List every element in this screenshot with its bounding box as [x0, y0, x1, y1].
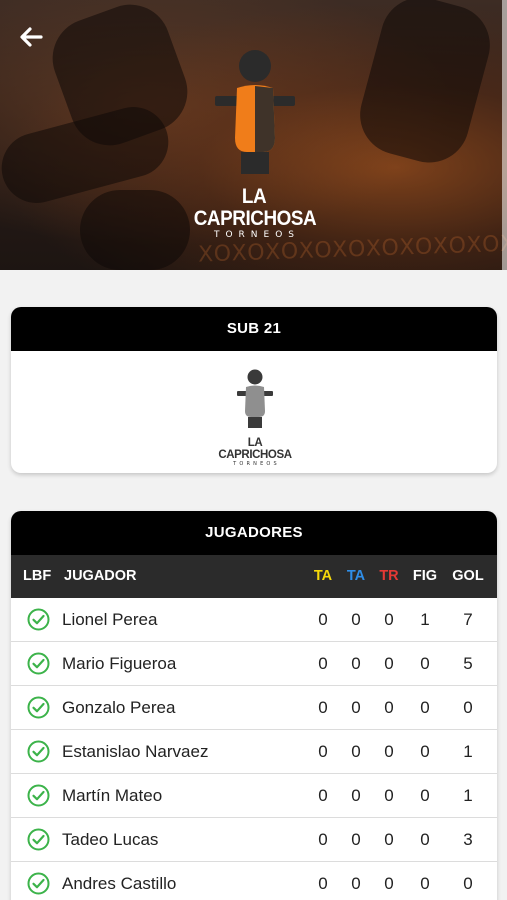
table-header: LBF JUGADOR TA TA TR FIG GOL: [11, 555, 497, 598]
cell-fig: 0: [420, 654, 430, 673]
cell-ta-yellow: 0: [318, 654, 328, 673]
cell-tr: 0: [384, 742, 394, 761]
cell-fig: 1: [420, 610, 430, 629]
cell-ta-yellow: 0: [318, 610, 328, 629]
cell-fig: 0: [420, 698, 430, 717]
cell-ta-blue: 0: [351, 654, 361, 673]
cell-gol: 0: [463, 698, 473, 717]
cell-fig: 0: [420, 742, 430, 761]
cell-ta-blue: 0: [351, 874, 361, 893]
cell-gol: 1: [463, 786, 473, 805]
cell-gol: 5: [463, 654, 473, 673]
table-row[interactable]: Tadeo Lucas 0 0 0 0 3: [11, 818, 497, 862]
cell-ta-blue: 0: [351, 742, 361, 761]
cell-ta-yellow: 0: [318, 698, 328, 717]
table-row[interactable]: Mario Figueroa 0 0 0 0 5: [11, 642, 497, 686]
players-title: JUGADORES: [11, 511, 497, 555]
table-row[interactable]: Martín Mateo 0 0 0 0 1: [11, 774, 497, 818]
cell-gol: 7: [463, 610, 473, 629]
cell-gol: 1: [463, 742, 473, 761]
cell-fig: 0: [420, 786, 430, 805]
cell-tr: 0: [384, 874, 394, 893]
cell-tr: 0: [384, 830, 394, 849]
brand-subtitle: TORNEOS: [213, 230, 301, 240]
player-name: Tadeo Lucas: [62, 830, 159, 849]
col-player: JUGADOR: [64, 568, 137, 584]
check-circle-icon: [27, 784, 50, 807]
brand-logo-text: LA CAPRICHOSA TORNEOS: [217, 437, 293, 467]
col-fig: FIG: [412, 568, 438, 584]
cell-tr: 0: [384, 786, 394, 805]
cell-tr: 0: [384, 610, 394, 629]
category-card: SUB 21 LA CAPRICHOSA TORNEOS: [11, 307, 497, 473]
col-gol: GOL: [452, 568, 484, 584]
cell-ta-blue: 0: [351, 830, 361, 849]
cell-gol: 0: [463, 874, 473, 893]
cell-ta-blue: 0: [351, 610, 361, 629]
check-circle-icon: [27, 828, 50, 851]
cell-ta-yellow: 0: [318, 742, 328, 761]
table-row[interactable]: Lionel Perea 0 0 0 1 7: [11, 598, 497, 642]
back-button[interactable]: [14, 20, 48, 54]
category-body: LA CAPRICHOSA TORNEOS: [11, 351, 497, 473]
cell-ta-yellow: 0: [318, 874, 328, 893]
check-circle-icon: [27, 608, 50, 631]
cell-tr: 0: [384, 698, 394, 717]
brand-subtitle: TORNEOS: [233, 461, 280, 467]
cell-fig: 0: [420, 830, 430, 849]
player-name: Mario Figueroa: [62, 654, 177, 673]
brand-name: LA CAPRICHOSA: [218, 437, 292, 461]
table-row[interactable]: Andres Castillo 0 0 0 0 0: [11, 862, 497, 900]
check-circle-icon: [27, 696, 50, 719]
cell-gol: 3: [463, 830, 473, 849]
col-lbf: LBF: [23, 568, 52, 584]
check-circle-icon: [27, 740, 50, 763]
player-name: Estanislao Narvaez: [62, 742, 209, 761]
cell-ta-blue: 0: [351, 698, 361, 717]
table-row[interactable]: Gonzalo Perea 0 0 0 0 0: [11, 686, 497, 730]
check-circle-icon: [27, 872, 50, 895]
cell-ta-yellow: 0: [318, 786, 328, 805]
cell-ta-blue: 0: [351, 786, 361, 805]
category-title: SUB 21: [11, 307, 497, 351]
players-card: JUGADORES LBF JUGADOR TA TA TR FIG GOL L…: [11, 511, 497, 900]
player-name: Andres Castillo: [62, 874, 177, 893]
players-table-body: Lionel Perea 0 0 0 1 7 Mario Figueroa 0 0 0 0 5 Gonz…: [11, 598, 497, 900]
player-name: Martín Mateo: [62, 786, 163, 805]
col-ta-yellow: TA: [313, 568, 333, 584]
player-name: Lionel Perea: [62, 610, 158, 629]
cell-ta-yellow: 0: [318, 830, 328, 849]
player-name: Gonzalo Perea: [62, 698, 176, 717]
brand-name: LA CAPRICHOSA: [193, 185, 317, 230]
arrow-left-icon: [20, 27, 43, 47]
col-ta-blue: TA: [346, 568, 366, 584]
brand-logo-text: LA CAPRICHOSA TORNEOS: [187, 186, 321, 241]
cell-tr: 0: [384, 654, 394, 673]
col-tr: TR: [379, 568, 399, 584]
foosball-player-icon: [237, 369, 273, 428]
cell-fig: 0: [420, 874, 430, 893]
scrollbar[interactable]: [502, 0, 507, 270]
check-circle-icon: [27, 652, 50, 675]
player-silhouette: [80, 190, 190, 270]
table-row[interactable]: Estanislao Narvaez 0 0 0 0 1: [11, 730, 497, 774]
hero-banner: XOXOXOXOXOXOXOXOXOX LA CAPRICHOSA TORNEO…: [0, 0, 507, 270]
player-silhouette: [351, 0, 499, 172]
